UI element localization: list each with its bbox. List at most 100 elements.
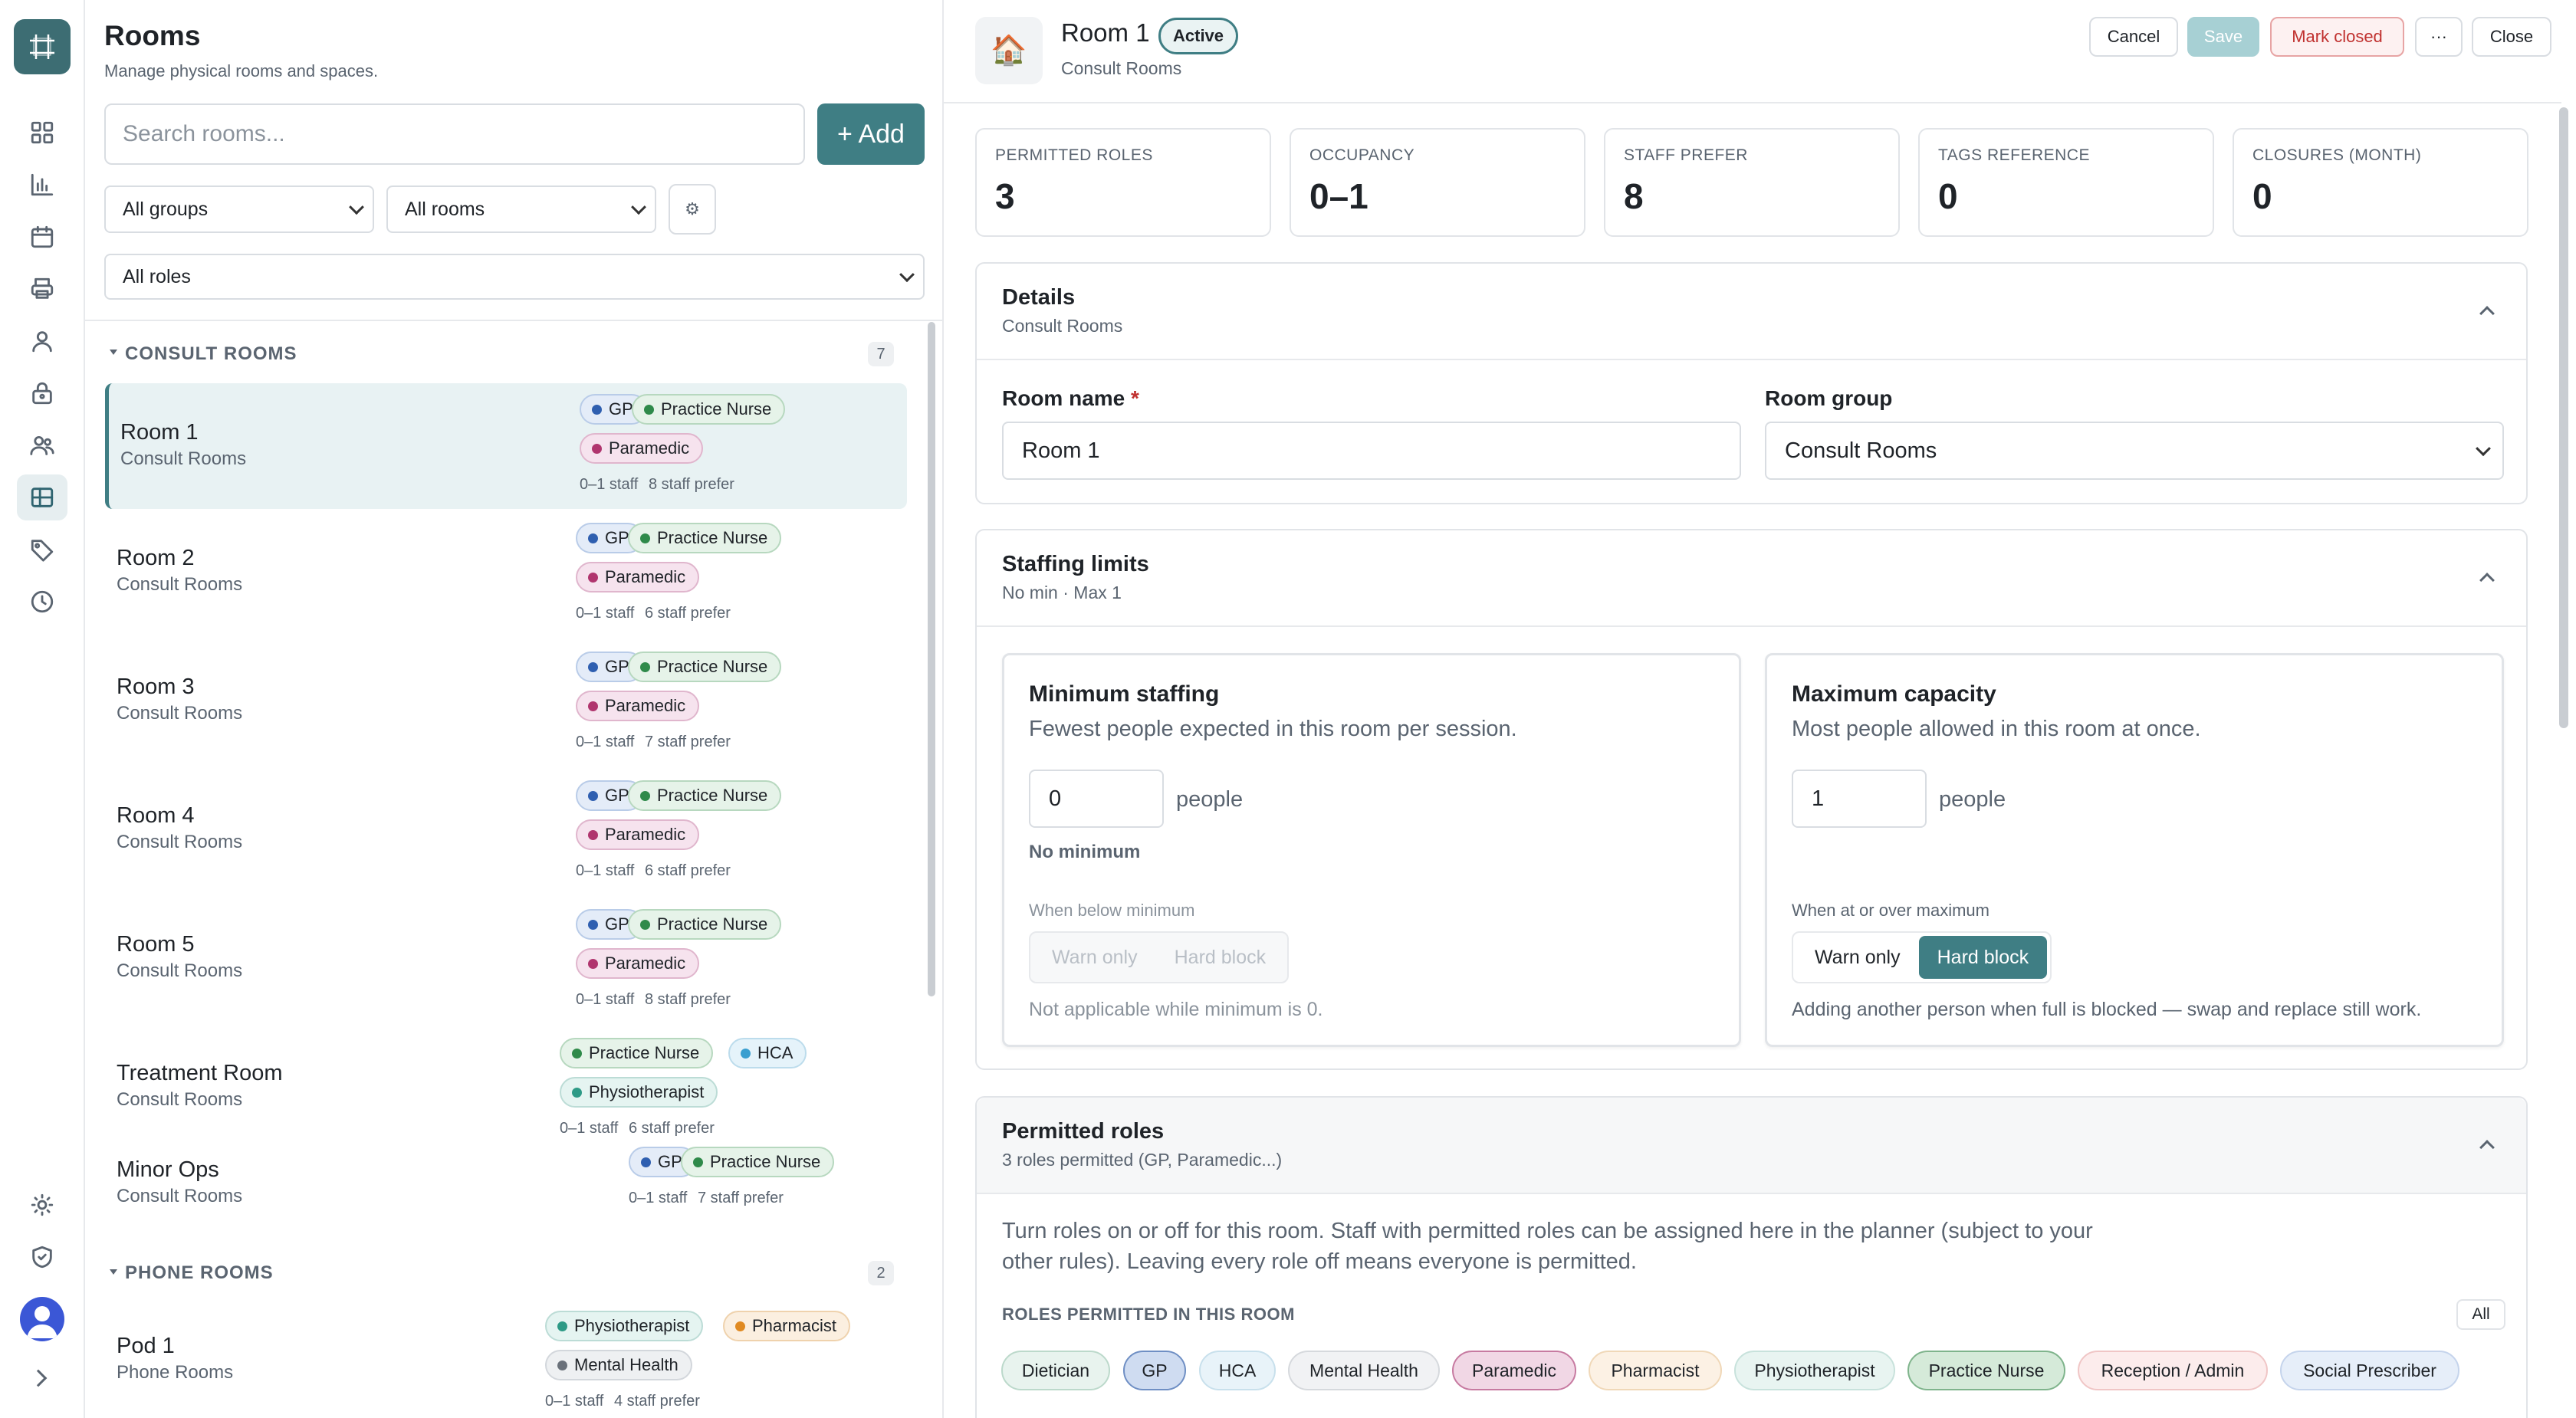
min-rule-toggle: Warn only Hard block <box>1029 931 1290 983</box>
search-input[interactable]: Search rooms... <box>104 103 805 165</box>
mark-closed-button[interactable]: Mark closed <box>2270 17 2404 57</box>
max-rule-toggle: Warn only Hard block <box>1792 931 2052 983</box>
role-chip-label: GP <box>605 786 629 805</box>
role-toggle-chip[interactable]: Pharmacist <box>1589 1351 1722 1390</box>
role-chip-label: Practice Nurse <box>657 657 768 676</box>
add-room-button[interactable]: + Add <box>817 103 925 165</box>
role-dot-icon <box>592 443 602 454</box>
min-staff-input[interactable]: 0 <box>1029 770 1164 828</box>
chart-icon[interactable] <box>17 162 67 208</box>
role-chip: Practice Nurse <box>628 780 782 811</box>
role-dot-icon <box>640 790 650 801</box>
expand-chevron-icon[interactable] <box>29 1369 48 1387</box>
room-group: Consult Rooms <box>117 574 243 595</box>
users-icon[interactable] <box>17 422 67 468</box>
role-dot-icon <box>741 1048 751 1059</box>
list-item[interactable]: Treatment Room Consult Rooms Practice Nurs… <box>105 1027 907 1150</box>
settings-button[interactable]: ⚙ <box>669 184 716 235</box>
role-dot-icon <box>640 919 650 930</box>
printer-icon[interactable] <box>17 266 67 312</box>
divider <box>977 359 2526 360</box>
list-item[interactable]: Minor Ops Consult Rooms GP Practice Nurse 0–… <box>105 1136 907 1226</box>
house-icon: 🏠 <box>975 17 1043 84</box>
divider <box>977 1193 2526 1194</box>
close-button[interactable]: Close <box>2472 17 2551 57</box>
more-options-button[interactable]: ··· <box>2415 17 2463 57</box>
collapse-caret-icon[interactable] <box>110 350 117 355</box>
staff-range: 0–1 staff <box>580 476 639 493</box>
role-filter-select[interactable]: All roles <box>104 254 925 300</box>
group-header-phone[interactable]: PHONE ROOMS <box>125 1262 274 1284</box>
role-dot-icon <box>588 919 598 930</box>
role-chip-label: GP <box>605 657 629 676</box>
role-dot-icon <box>693 1157 703 1167</box>
room-group: Consult Rooms <box>117 1089 243 1110</box>
avatar[interactable] <box>20 1297 64 1341</box>
role-toggle-chip[interactable]: Paramedic <box>1452 1351 1576 1390</box>
all-roles-button[interactable]: All <box>2456 1299 2505 1330</box>
chevron-up-icon[interactable] <box>2479 573 2495 588</box>
room-group-select[interactable]: Consult Rooms <box>1765 422 2504 480</box>
chevron-down-icon <box>631 199 646 215</box>
role-chip-label: Paramedic <box>605 825 686 844</box>
list-scrollbar[interactable] <box>928 322 935 996</box>
role-chip: Practice Nurse <box>628 652 782 682</box>
warn-only-option[interactable]: Warn only <box>1796 936 1919 979</box>
minimum-staffing-card: Minimum staffing Fewest people expected … <box>1002 653 1741 1047</box>
list-item[interactable]: Room 1 Consult Rooms GP Practice Nurse Param… <box>105 383 907 509</box>
role-dot-icon <box>588 958 598 969</box>
lock-icon[interactable] <box>17 370 67 416</box>
list-item[interactable]: Room 3 Consult Rooms GP Practice Nurse Param… <box>105 641 907 763</box>
list-item[interactable]: Room 4 Consult Rooms GP Practice Nurse Param… <box>105 770 907 892</box>
role-toggle-chip[interactable]: Reception / Admin <box>2078 1351 2268 1390</box>
role-toggle-chip[interactable]: Mental Health <box>1288 1351 1440 1390</box>
calendar-icon[interactable] <box>17 214 67 260</box>
max-capacity-input[interactable]: 1 <box>1792 770 1927 828</box>
header-divider <box>944 102 2561 103</box>
user-icon[interactable] <box>17 318 67 364</box>
role-chip-label: Practice Nurse <box>589 1043 700 1062</box>
room-group: Consult Rooms <box>117 703 243 724</box>
room-name-label-text: Room name <box>1002 386 1125 410</box>
rooms-icon[interactable] <box>17 474 67 520</box>
cancel-button[interactable]: Cancel <box>2089 17 2178 57</box>
role-toggle-chip[interactable]: Physiotherapist <box>1734 1351 1895 1390</box>
collapse-caret-icon[interactable] <box>110 1269 117 1275</box>
role-dot-icon <box>641 1157 651 1167</box>
role-chip-label: Paramedic <box>605 567 686 586</box>
role-toggle-chip[interactable]: GP <box>1123 1351 1186 1390</box>
group-header-consult[interactable]: CONSULT ROOMS <box>125 343 297 365</box>
tag-icon[interactable] <box>17 527 67 573</box>
min-unit: people <box>1176 787 1244 812</box>
list-item[interactable]: Room 2 Consult Rooms GP Practice Nurse Param… <box>105 512 907 635</box>
staff-range: 0–1 staff <box>545 1393 604 1410</box>
role-toggle-chip[interactable]: Practice Nurse <box>1907 1351 2065 1390</box>
role-toggle-chip[interactable]: HCA <box>1199 1351 1276 1390</box>
staff-range: 0–1 staff <box>560 1120 619 1137</box>
grid-icon[interactable] <box>17 110 67 156</box>
list-item[interactable]: Room 5 Consult Rooms GP Practice Nurse Param… <box>105 898 907 1021</box>
role-dot-icon <box>572 1048 582 1059</box>
role-toggle-chip[interactable]: Dietician <box>1001 1351 1110 1390</box>
role-dot-icon <box>557 1321 567 1331</box>
save-button[interactable]: Save <box>2187 17 2259 57</box>
group-filter-select[interactable]: All groups <box>104 185 374 233</box>
role-chip: Mental Health <box>545 1350 692 1380</box>
sun-icon[interactable] <box>17 1182 67 1228</box>
chevron-up-icon[interactable] <box>2479 306 2495 321</box>
list-item[interactable]: Pod 1 Phone Rooms Physiotherapist Pharmacis… <box>105 1300 907 1418</box>
room-group: Consult Rooms <box>117 1186 243 1206</box>
chevron-down-icon <box>349 199 364 215</box>
role-dot-icon <box>588 661 598 672</box>
role-chip-label: Paramedic <box>605 696 686 715</box>
clock-icon[interactable] <box>17 579 67 625</box>
shield-icon[interactable] <box>17 1234 67 1280</box>
role-chip-label: Paramedic <box>609 438 690 458</box>
room-filter-select[interactable]: All rooms <box>386 185 656 233</box>
hard-block-option[interactable]: Hard block <box>1918 936 2048 979</box>
detail-scrollbar[interactable] <box>2559 107 2568 728</box>
role-toggle-chip[interactable]: Social Prescriber <box>2280 1351 2459 1390</box>
app-logo-icon[interactable] <box>14 19 71 74</box>
min-status: No minimum <box>1029 842 1141 862</box>
room-name-input[interactable]: Room 1 <box>1002 422 1741 480</box>
